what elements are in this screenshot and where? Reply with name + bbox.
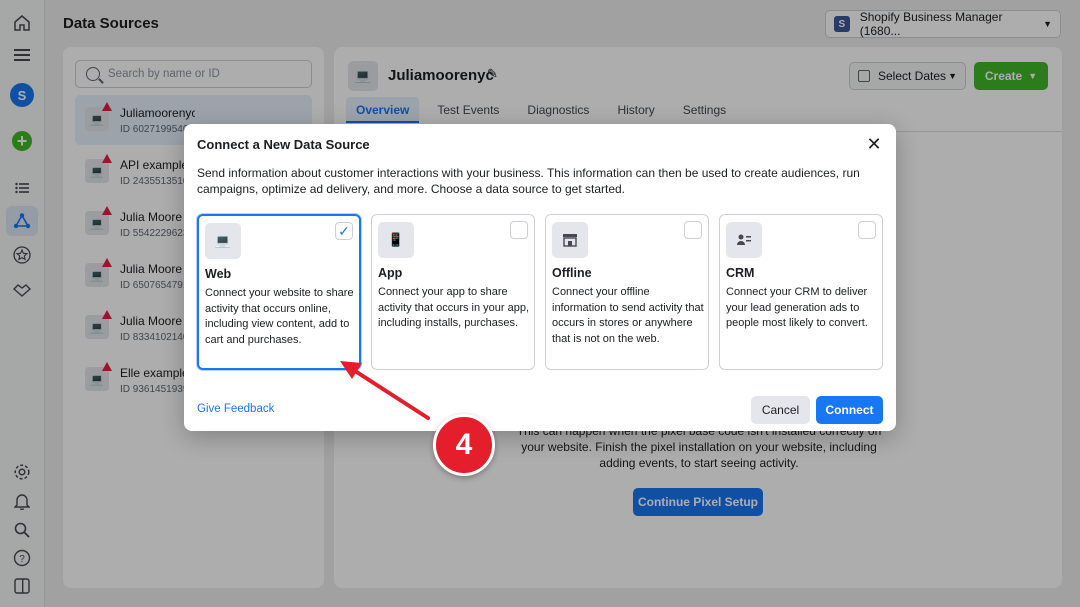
checkbox-checked[interactable]: ✓ — [335, 222, 353, 240]
step-number-badge: 4 — [433, 414, 495, 476]
card-title: App — [378, 266, 403, 280]
checkbox[interactable] — [684, 221, 702, 239]
dialog-description: Send information about customer interact… — [197, 166, 860, 196]
card-title: Web — [205, 267, 232, 281]
card-description: Connect your CRM to deliver your lead ge… — [726, 286, 868, 330]
source-card-offline[interactable]: Offline Connect your offline information… — [545, 214, 709, 370]
cancel-button[interactable]: Cancel — [751, 396, 810, 424]
connect-data-source-dialog: Connect a New Data Source ✕ Send informa… — [184, 124, 896, 431]
store-icon — [552, 222, 588, 258]
give-feedback-link[interactable]: Give Feedback — [197, 403, 274, 415]
card-description: Connect your offline information to send… — [552, 286, 704, 345]
card-title: Offline — [552, 266, 592, 280]
card-description: Connect your app to share activity that … — [378, 286, 530, 330]
card-description: Connect your website to share activity t… — [205, 287, 354, 346]
laptop-icon: 💻 — [205, 223, 241, 259]
source-card-app[interactable]: 📱 App Connect your app to share activity… — [371, 214, 535, 370]
mobile-phone-icon: 📱 — [378, 222, 414, 258]
people-icon — [726, 222, 762, 258]
checkbox[interactable] — [510, 221, 528, 239]
source-card-web[interactable]: 💻 ✓ Web Connect your website to share ac… — [197, 214, 361, 370]
card-title: CRM — [726, 266, 755, 280]
dialog-title: Connect a New Data Source — [197, 137, 370, 152]
checkbox[interactable] — [858, 221, 876, 239]
connect-button[interactable]: Connect — [816, 396, 883, 424]
source-card-crm[interactable]: CRM Connect your CRM to deliver your lea… — [719, 214, 883, 370]
close-icon[interactable]: ✕ — [864, 134, 884, 154]
